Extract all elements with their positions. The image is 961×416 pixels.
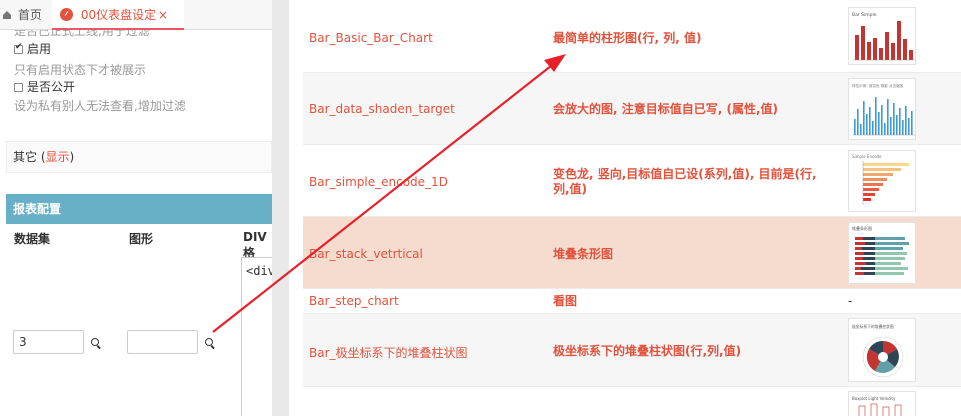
chart-desc: 极坐标系下的堆叠柱状图(行,列,值) — [553, 344, 742, 358]
chart-row[interactable]: Bar_simple_encode_1D 变色龙, 竖向,目标值自已设(系列,值… — [303, 145, 961, 217]
public-row[interactable]: 是否公开 — [14, 78, 75, 95]
tab-home-label: 首页 — [17, 8, 42, 22]
enable-checkbox[interactable] — [14, 42, 23, 54]
dataset-input[interactable]: 3 — [13, 330, 84, 354]
show-other-link[interactable]: 显示 — [46, 150, 70, 164]
close-tab-icon[interactable]: × — [158, 0, 168, 30]
chart-thumbnail[interactable]: 极坐标系下的堆叠柱状图 — [848, 318, 916, 382]
chart-thumbnail[interactable]: 堆叠条形图 — [848, 222, 916, 284]
chart-name[interactable]: Bar_极坐标系下的堆叠柱状图 — [309, 344, 468, 361]
public-checkbox[interactable] — [14, 83, 23, 92]
chart-name[interactable]: Bar_Basic_Bar_Chart — [309, 31, 433, 45]
chart-name[interactable]: Bar_simple_encode_1D — [309, 175, 448, 189]
public-hint: 设为私有别人无法查看,增加过滤 — [14, 99, 186, 113]
tab-home[interactable]: 首页 — [0, 0, 50, 30]
chart-desc: 变色龙, 竖向,目标值自已设(系列,值), 目前是(行,列,值) — [553, 167, 817, 196]
chart-name[interactable]: Bar_step_chart — [309, 294, 399, 308]
chart-row[interactable]: Boxplot Light Velocity — [303, 387, 961, 416]
home-icon — [2, 11, 12, 19]
div-textarea[interactable]: <div — [241, 257, 272, 416]
thumb-title: 堆叠条形图 — [852, 225, 872, 231]
thumb-title: Boxplot Light Velocity — [852, 396, 896, 401]
thumb-title: Bar Simple — [852, 12, 877, 18]
chart-picker-panel: Bar_Basic_Bar_Chart 最简单的柱形图(行, 列, 值) Bar… — [289, 0, 961, 416]
chart-desc: 看图 — [553, 294, 578, 308]
enable-label: 启用 — [27, 42, 52, 56]
dashboard-settings-panel: 首页 00仪表盘设定 × 是否已正式上线,用于过滤 启用 只有启用状态下才被展示… — [0, 0, 272, 416]
chart-thumbnail[interactable]: Boxplot Light Velocity — [848, 391, 916, 416]
chart-name[interactable]: Bar_data_shaden_target — [309, 102, 455, 116]
other-section: 其它 (显示) — [6, 141, 272, 173]
chart-row[interactable]: Bar_step_chart 看图 - — [303, 289, 961, 314]
chart-input[interactable] — [127, 330, 198, 354]
other-close: ) — [69, 150, 75, 164]
thumb-title: 极坐标系下的堆叠柱状图 — [852, 324, 894, 329]
tab-dashboard-settings[interactable]: 00仪表盘设定 × — [52, 0, 184, 30]
no-thumbnail: - — [848, 294, 853, 308]
dashboard-icon — [60, 8, 73, 21]
chart-row[interactable]: Bar_Basic_Bar_Chart 最简单的柱形图(行, 列, 值) Bar… — [303, 0, 961, 73]
thumb-title: Simple Encode — [852, 154, 882, 159]
chart-row-selected[interactable]: Bar_stack_vetrtical 堆叠条形图 堆叠条形图 — [303, 217, 961, 289]
enable-hint: 只有启用状态下才被展示 — [14, 63, 147, 77]
chart-thumbnail[interactable]: Bar Simple — [848, 7, 916, 65]
chart-search-icon[interactable] — [205, 338, 216, 349]
thumb-title: 特性示例: 渐变色 阴影 点击缩放 — [852, 83, 904, 88]
chart-row[interactable]: Bar_data_shaden_target 会放大的图, 注意目标值自已写, … — [303, 73, 961, 145]
tab-dashboard-label: 00仪表盘设定 — [80, 8, 157, 22]
enable-row[interactable]: 启用 — [14, 40, 51, 57]
chart-desc: 堆叠条形图 — [553, 247, 614, 261]
chart-thumbnail[interactable]: Simple Encode — [848, 150, 916, 212]
tab-bar: 首页 00仪表盘设定 × — [0, 0, 272, 30]
chart-desc: 会放大的图, 注意目标值自已写, (属性,值) — [553, 102, 779, 116]
other-label: 其它 ( — [13, 150, 46, 164]
chart-desc: 最简单的柱形图(行, 列, 值) — [553, 31, 702, 45]
dataset-search-icon[interactable] — [91, 338, 102, 349]
report-config-header: 报表配置 — [6, 194, 272, 224]
column-dataset: 数据集 — [14, 232, 51, 246]
column-chart: 图形 — [129, 232, 154, 246]
chart-name[interactable]: Bar_stack_vetrtical — [309, 247, 423, 261]
chart-thumbnail[interactable]: 特性示例: 渐变色 阴影 点击缩放 — [848, 78, 916, 140]
chart-row[interactable]: Bar_极坐标系下的堆叠柱状图 极坐标系下的堆叠柱状图(行,列,值) 极坐标系下… — [303, 314, 961, 387]
public-label: 是否公开 — [27, 80, 76, 94]
